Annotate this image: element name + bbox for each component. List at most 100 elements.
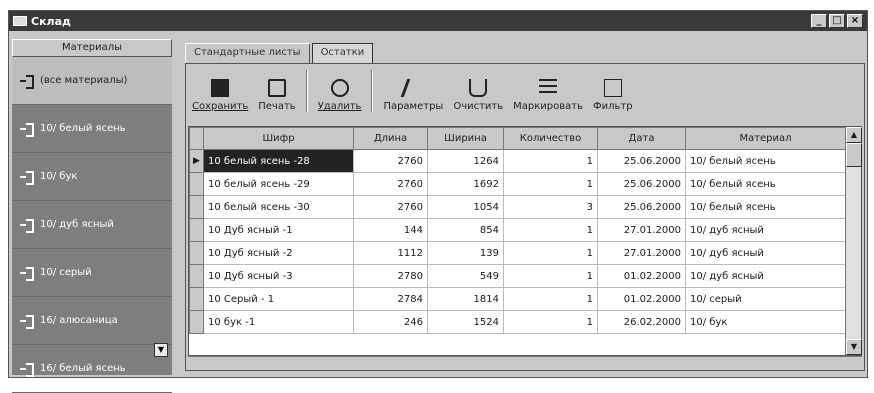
row-selector[interactable] [189, 264, 204, 288]
table-cell[interactable]: 10/ серый [685, 287, 846, 311]
table-cell[interactable]: 1692 [427, 172, 504, 196]
table-cell[interactable]: 10/ дуб ясный [685, 241, 846, 265]
table-cell[interactable]: 10/ белый ясень [685, 195, 846, 219]
table-cell[interactable]: 25.06.2000 [597, 195, 686, 219]
row-selector[interactable] [189, 287, 204, 311]
table-cell[interactable]: 246 [353, 310, 428, 334]
table-row[interactable]: 10 Дуб ясный -2 1112 139 1 27.01.2000 10… [189, 241, 846, 265]
column-header[interactable]: Дата [597, 127, 686, 150]
scroll-thumb[interactable] [846, 143, 862, 167]
table-cell[interactable]: 1112 [353, 241, 428, 265]
table-cell[interactable]: 1524 [427, 310, 504, 334]
table-row[interactable]: 10 Серый - 1 2784 1814 1 01.02.2000 10/ … [189, 287, 846, 311]
table-cell[interactable]: 1264 [427, 149, 504, 173]
window-title: Склад [31, 14, 71, 28]
sidebar-item-all[interactable]: (все материалы) [12, 57, 172, 105]
table-row[interactable]: 10 белый ясень -29 2760 1692 1 25.06.200… [189, 172, 846, 196]
close-icon[interactable]: × [847, 14, 863, 28]
table-cell[interactable]: 01.02.2000 [597, 287, 686, 311]
table-cell[interactable]: 1 [503, 218, 598, 242]
save-button[interactable]: Сохранить [192, 79, 248, 112]
table-row[interactable]: 10 Дуб ясный -3 2780 549 1 01.02.2000 10… [189, 264, 846, 288]
filter-button[interactable]: Фильтр [593, 79, 633, 112]
table-cell[interactable]: 10 белый ясень -30 [203, 195, 354, 219]
material-icon [20, 122, 34, 137]
mark-button[interactable]: Маркировать [513, 79, 583, 112]
print-button[interactable]: Печать [258, 79, 296, 112]
column-header[interactable]: Количество [503, 127, 598, 150]
row-selector[interactable] [189, 218, 204, 242]
table-cell[interactable]: 2760 [353, 195, 428, 219]
minimize-icon[interactable]: _ [811, 14, 827, 28]
vertical-scrollbar[interactable]: ▲ ▼ [845, 127, 862, 355]
row-selector[interactable] [189, 241, 204, 265]
table-cell[interactable]: 10 белый ясень -28 [203, 149, 354, 173]
table-cell[interactable]: 10/ дуб ясный [685, 264, 846, 288]
delete-button[interactable]: Удалить [318, 79, 361, 112]
table-cell[interactable]: 10 Дуб ясный -3 [203, 264, 354, 288]
table-cell[interactable]: 2760 [353, 149, 428, 173]
table-cell[interactable]: 10 белый ясень -29 [203, 172, 354, 196]
table-cell[interactable]: 10/ белый ясень [685, 172, 846, 196]
table-cell[interactable]: 3 [503, 195, 598, 219]
sidebar-item-material[interactable]: 10/ серый [12, 249, 172, 297]
column-header[interactable]: Ширина [427, 127, 504, 150]
table-cell[interactable]: 1 [503, 287, 598, 311]
parameters-button[interactable]: Параметры [383, 79, 443, 112]
table-cell[interactable]: 1 [503, 264, 598, 288]
table-cell[interactable]: 25.06.2000 [597, 149, 686, 173]
table-cell[interactable]: 1 [503, 310, 598, 334]
table-cell[interactable]: 26.02.2000 [597, 310, 686, 334]
row-selector[interactable] [189, 310, 204, 334]
table-cell[interactable]: 10 Дуб ясный -2 [203, 241, 354, 265]
table-cell[interactable]: 10 Серый - 1 [203, 287, 354, 311]
sidebar-item-material[interactable]: 10/ дуб ясный [12, 201, 172, 249]
table-cell[interactable]: 1814 [427, 287, 504, 311]
row-selector[interactable] [189, 195, 204, 219]
table-cell[interactable]: 549 [427, 264, 504, 288]
row-selector[interactable] [189, 172, 204, 196]
table-cell[interactable]: 10 Дуб ясный -1 [203, 218, 354, 242]
table-cell[interactable]: 10/ дуб ясный [685, 218, 846, 242]
table-cell[interactable]: 1 [503, 241, 598, 265]
sidebar-item-material[interactable]: 10/ бук [12, 153, 172, 201]
sidebar-item-label: 10/ белый ясень [40, 123, 126, 134]
table-cell[interactable]: 01.02.2000 [597, 264, 686, 288]
sidebar-item-material[interactable]: 10/ белый ясень [12, 105, 172, 153]
materials-sidebar: Материалы (все материалы) 10/ белый ясен… [12, 39, 172, 393]
column-header[interactable]: Длина [353, 127, 428, 150]
table-cell[interactable]: 139 [427, 241, 504, 265]
table-cell[interactable]: 27.01.2000 [597, 218, 686, 242]
table-cell[interactable]: 1 [503, 149, 598, 173]
sidebar-item-material[interactable]: 16/ алюсаница [12, 297, 172, 345]
table-cell[interactable]: 10/ бук [685, 310, 846, 334]
table-cell[interactable]: 25.06.2000 [597, 172, 686, 196]
table-row[interactable]: 10 бук -1 246 1524 1 26.02.2000 10/ бук [189, 310, 846, 334]
scroll-up-icon[interactable]: ▲ [846, 127, 862, 143]
table-row[interactable]: ▶ 10 белый ясень -28 2760 1264 1 25.06.2… [189, 149, 846, 173]
sidebar-item-label: 10/ серый [40, 267, 92, 278]
column-header[interactable]: Материал [685, 127, 846, 150]
clear-button[interactable]: Очистить [453, 79, 503, 112]
table-cell[interactable]: 10/ белый ясень [685, 149, 846, 173]
sidebar-scroll-down-icon[interactable]: ▼ [154, 343, 168, 357]
table-cell[interactable]: 2784 [353, 287, 428, 311]
column-header[interactable]: Шифр [203, 127, 354, 150]
remnants-grid[interactable]: Шифр Длина Ширина Количество Дата Матери… [188, 126, 862, 356]
table-cell[interactable]: 2780 [353, 264, 428, 288]
table-cell[interactable]: 27.01.2000 [597, 241, 686, 265]
table-row[interactable]: 10 белый ясень -30 2760 1054 3 25.06.200… [189, 195, 846, 219]
table-cell[interactable]: 1 [503, 172, 598, 196]
sidebar-item-material[interactable]: 16/ белый ясень [12, 345, 172, 393]
table-cell[interactable]: 854 [427, 218, 504, 242]
scroll-down-icon[interactable]: ▼ [846, 339, 862, 355]
table-cell[interactable]: 2760 [353, 172, 428, 196]
tab-remnants[interactable]: Остатки [311, 43, 374, 63]
maximize-icon[interactable]: □ [829, 14, 845, 28]
table-cell[interactable]: 1054 [427, 195, 504, 219]
table-row[interactable]: 10 Дуб ясный -1 144 854 1 27.01.2000 10/… [189, 218, 846, 242]
table-cell[interactable]: 10 бук -1 [203, 310, 354, 334]
table-cell[interactable]: 144 [353, 218, 428, 242]
tab-standard-sheets[interactable]: Стандартные листы [185, 43, 310, 63]
delete-icon [330, 79, 349, 97]
